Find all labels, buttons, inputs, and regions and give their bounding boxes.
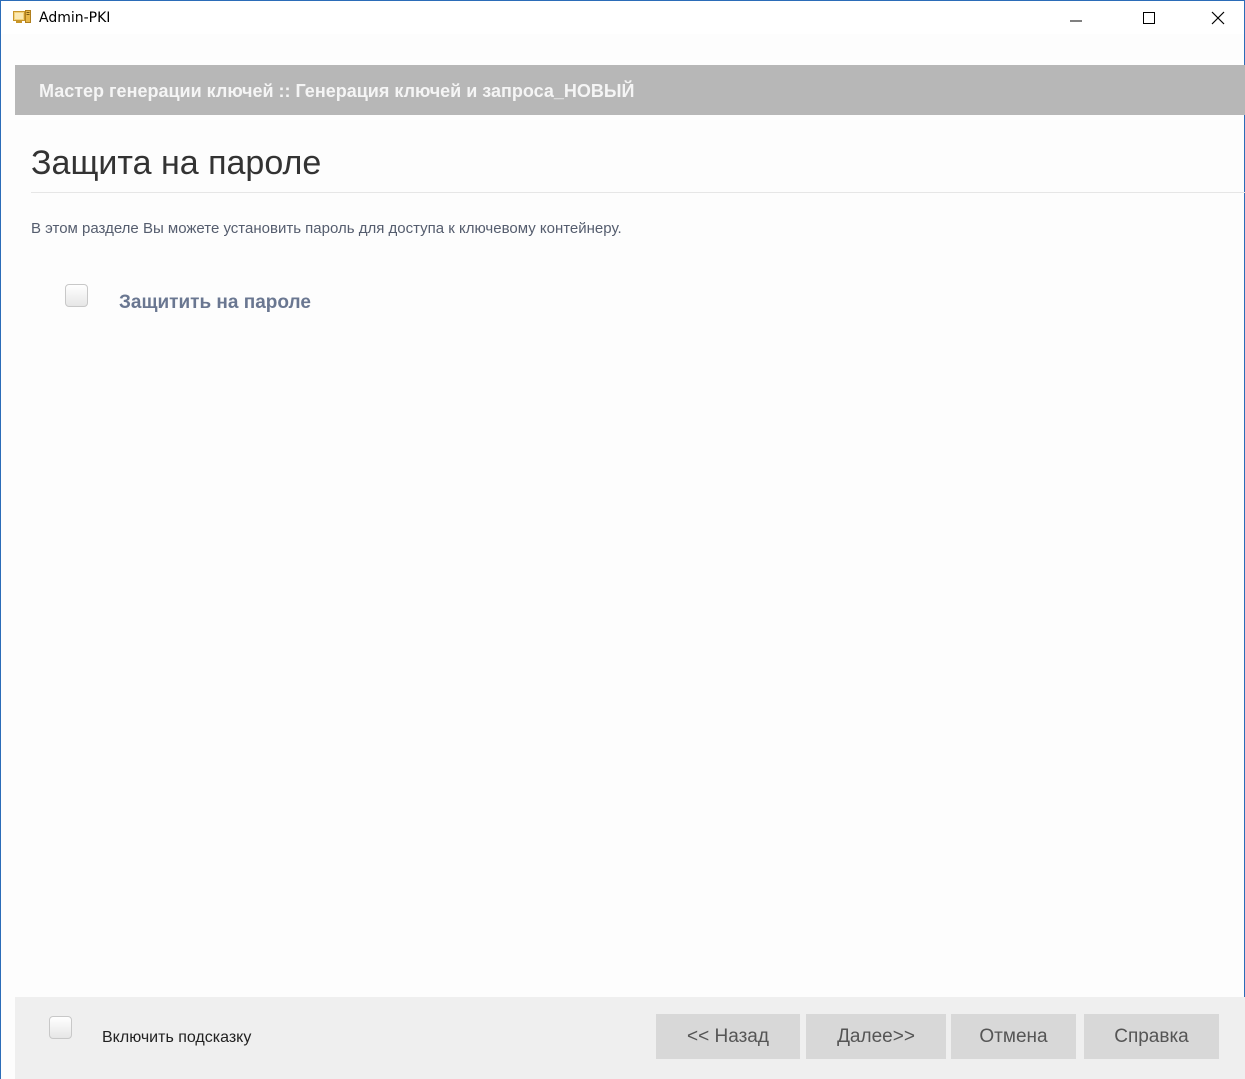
- wizard-footer: Включить подсказку << Назад Далее>> Отме…: [15, 997, 1245, 1079]
- back-button[interactable]: << Назад: [656, 1014, 800, 1059]
- protect-password-checkbox[interactable]: [65, 284, 88, 307]
- enable-hint-checkbox[interactable]: [49, 1016, 72, 1039]
- app-window: Admin-PKI Мастер генерации ключей :: Ген…: [0, 0, 1245, 1079]
- wizard-title: Мастер генерации ключей :: Генерация клю…: [39, 81, 635, 101]
- next-button[interactable]: Далее>>: [806, 1014, 946, 1059]
- close-button[interactable]: [1195, 1, 1241, 34]
- minimize-button[interactable]: [1053, 1, 1099, 34]
- window-title: Admin-PKI: [39, 10, 111, 26]
- title-bar[interactable]: Admin-PKI: [1, 1, 1244, 34]
- minimize-icon: [1070, 20, 1082, 21]
- title-divider: [31, 192, 1245, 193]
- wizard-header: Мастер генерации ключей :: Генерация клю…: [15, 65, 1245, 115]
- cancel-button[interactable]: Отмена: [951, 1014, 1076, 1059]
- page-title: Защита на пароле: [31, 144, 322, 182]
- maximize-button[interactable]: [1126, 1, 1172, 34]
- help-button[interactable]: Справка: [1084, 1014, 1219, 1059]
- protect-password-label[interactable]: Защитить на пароле: [119, 292, 311, 314]
- maximize-icon: [1143, 11, 1155, 24]
- section-description: В этом разделе Вы можете установить паро…: [31, 220, 622, 237]
- close-icon: [1211, 11, 1225, 24]
- app-icon: [13, 9, 31, 25]
- enable-hint-label[interactable]: Включить подсказку: [102, 1029, 251, 1047]
